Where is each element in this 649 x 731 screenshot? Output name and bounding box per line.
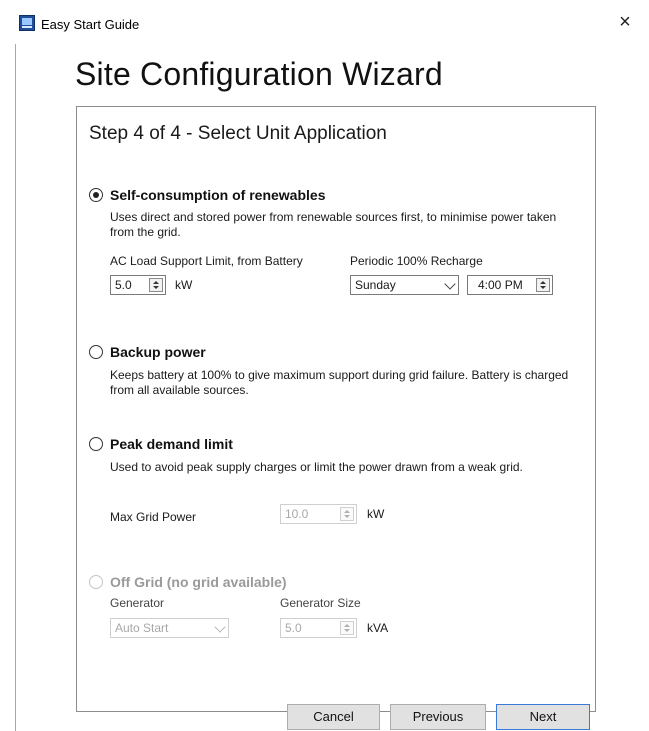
recharge-day-select[interactable]: Sunday [350,275,459,295]
generator-size-unit: kVA [367,621,389,635]
cancel-button[interactable]: Cancel [287,704,380,730]
step-title: Step 4 of 4 - Select Unit Application [89,123,387,144]
generator-select: Auto Start [110,618,229,638]
max-grid-unit: kW [367,507,385,521]
max-grid-label: Max Grid Power [110,510,197,524]
radio-self-consumption[interactable] [89,188,103,202]
generator-value: Auto Start [115,621,169,635]
recharge-time-picker[interactable]: 4:00 PM [467,275,553,295]
window-border [15,44,16,731]
option-description-self-consumption: Uses direct and stored power from renewa… [110,210,557,239]
chevron-down-icon[interactable] [444,278,456,290]
option-label-self-consumption[interactable]: Self-consumption of renewables [110,187,325,203]
option-label-backup-power[interactable]: Backup power [110,344,206,360]
generator-size-stepper: 5.0 [280,618,357,638]
recharge-label: Periodic 100% Recharge [350,254,483,268]
generator-size-label: Generator Size [280,596,361,610]
page-title: Site Configuration Wizard [75,56,443,92]
radio-peak-demand[interactable] [89,437,103,451]
chevron-down-icon [214,621,226,633]
spinner-arrows-icon [340,507,354,521]
title-bar: Easy Start Guide × [0,0,649,40]
spinner-arrows-icon[interactable] [149,278,163,292]
option-description-backup-power: Keeps battery at 100% to give maximum su… [110,368,569,397]
option-label-peak-demand[interactable]: Peak demand limit [110,436,233,452]
window-title: Easy Start Guide [41,17,140,32]
radio-off-grid [89,575,103,589]
next-button[interactable]: Next [496,704,590,730]
option-description-peak-demand: Used to avoid peak supply charges or lim… [110,460,523,474]
recharge-time-value: 4:00 PM [478,278,523,292]
ac-load-unit: kW [175,278,193,292]
generator-size-value: 5.0 [285,621,302,635]
wizard-window: Easy Start Guide × Site Configuration Wi… [0,0,649,731]
ac-load-value: 5.0 [115,278,132,292]
ac-load-label: AC Load Support Limit, from Battery [110,254,303,268]
ac-load-stepper[interactable]: 5.0 [110,275,166,295]
radio-backup-power[interactable] [89,345,103,359]
option-label-off-grid: Off Grid (no grid available) [110,574,287,590]
max-grid-value: 10.0 [285,507,309,521]
spinner-arrows-icon[interactable] [536,278,550,292]
spinner-arrows-icon [340,621,354,635]
options-panel: Step 4 of 4 - Select Unit Application Se… [76,106,596,712]
max-grid-stepper: 10.0 [280,504,357,524]
previous-button[interactable]: Previous [390,704,486,730]
close-icon[interactable]: × [614,11,636,33]
generator-label: Generator [110,596,165,610]
app-window-icon [19,15,35,31]
recharge-day-value: Sunday [355,278,396,292]
